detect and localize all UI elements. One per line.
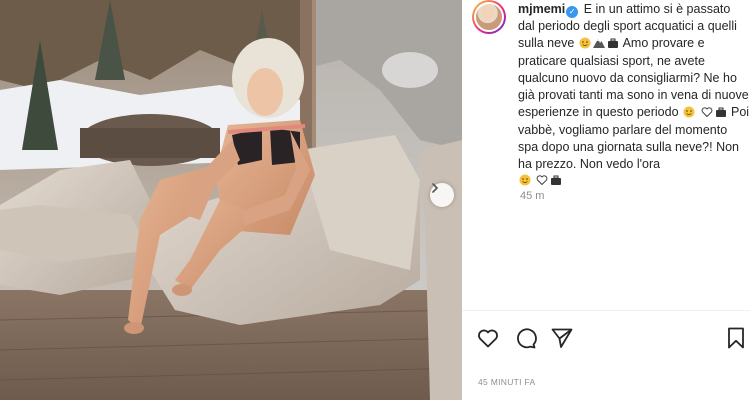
smiling-face-icon — [519, 174, 531, 191]
white-heart-icon — [536, 174, 548, 191]
smiling-face-icon — [683, 106, 695, 123]
white-heart-icon — [701, 106, 713, 123]
comment-button[interactable] — [513, 326, 537, 350]
luggage-icon — [715, 106, 727, 123]
photo-illustration — [0, 0, 462, 400]
heart-icon — [478, 329, 498, 348]
bookmark-icon — [728, 327, 744, 349]
mountain-icon — [592, 37, 605, 54]
relative-time[interactable]: 45 m — [520, 190, 544, 202]
luggage-icon — [550, 174, 562, 191]
post-caption: mjmemi ✓ E in un attimo si è passato dal … — [518, 0, 750, 191]
like-button[interactable] — [476, 326, 500, 350]
post-photo[interactable] — [0, 0, 462, 400]
action-bar — [476, 326, 748, 352]
smiling-face-icon — [579, 37, 591, 54]
divider — [462, 310, 750, 311]
post-side-panel: mjmemi ✓ E in un attimo si è passato dal … — [462, 0, 750, 400]
chevron-right-icon — [432, 183, 439, 193]
save-button[interactable] — [724, 326, 748, 350]
verified-badge-icon: ✓ — [566, 6, 579, 18]
caption-row: mjmemi ✓ E in un attimo si è passato dal … — [472, 0, 750, 191]
comment-icon — [517, 328, 537, 349]
paper-plane-icon — [551, 328, 573, 348]
post-timestamp[interactable]: 45 MINUTI FA — [478, 377, 535, 387]
luggage-icon — [607, 37, 619, 54]
next-photo-button[interactable] — [430, 183, 454, 207]
share-button[interactable] — [550, 326, 574, 350]
avatar[interactable] — [472, 0, 506, 34]
username-link[interactable]: mjmemi — [518, 2, 565, 16]
